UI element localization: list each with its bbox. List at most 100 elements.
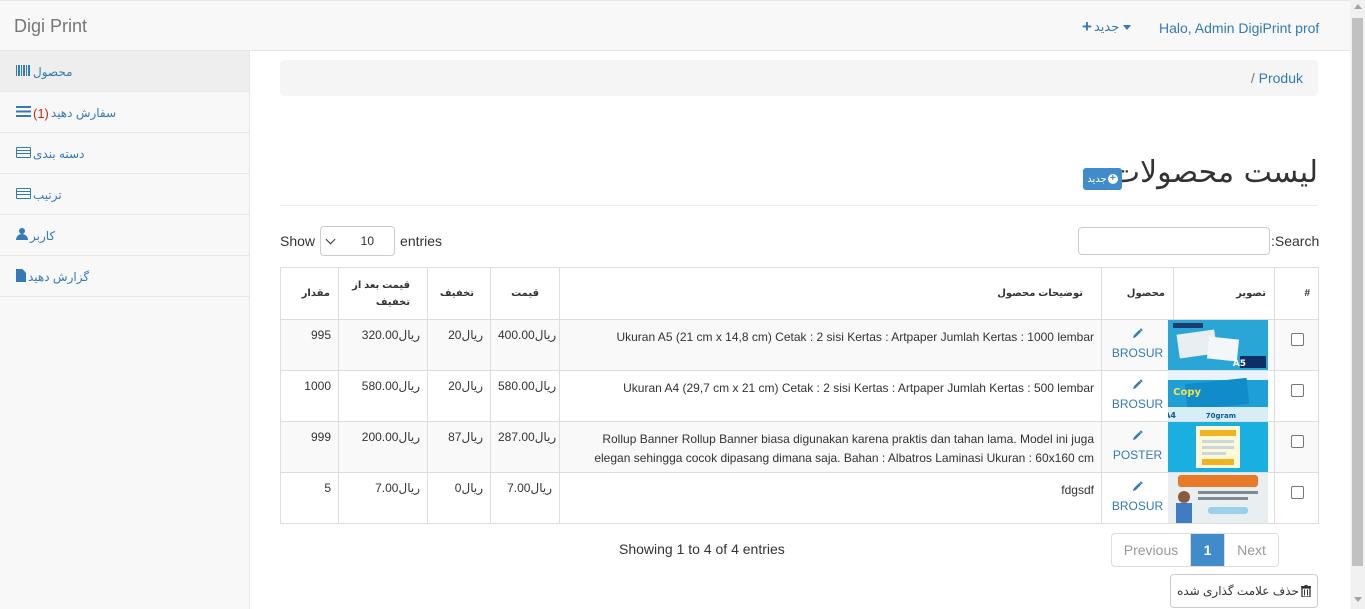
add-product-button[interactable]: جدید +	[1083, 168, 1122, 190]
entries-label: entries	[400, 233, 443, 249]
sidebar-item-products[interactable]: محصول	[0, 51, 249, 92]
search-input[interactable]	[1078, 227, 1270, 255]
new-dropdown-label: جدید	[1093, 19, 1120, 34]
delete-selected-button[interactable]: حذف علامت گذاری شده	[1170, 574, 1318, 608]
product-description: Ukuran A4 (29,7 cm x 21 cm) Cetak : 2 si…	[559, 370, 1102, 422]
sidebar-item-label: سفارش دهید	[50, 106, 117, 120]
page-length-value: 10	[360, 234, 375, 248]
sidebar-item-orders[interactable]: (1) سفارش دهید	[0, 92, 249, 133]
price-after-discount-cell: 320.00ریال	[338, 319, 428, 371]
plus-icon: +	[1082, 17, 1092, 36]
row-checkbox[interactable]	[1291, 435, 1304, 448]
product-name-link[interactable]: BROSUR	[1112, 499, 1163, 513]
list-icon	[16, 147, 31, 158]
add-product-label: جدید	[1087, 173, 1107, 185]
product-name-link[interactable]: BROSUR	[1112, 346, 1163, 360]
sidebar-item-order[interactable]: ترتیب	[0, 174, 249, 215]
pagination-previous[interactable]: Previous	[1112, 534, 1191, 566]
new-dropdown[interactable]: + جدید	[1082, 17, 1132, 36]
pencil-icon[interactable]	[1132, 328, 1143, 339]
product-name-link[interactable]: BROSUR	[1112, 397, 1163, 411]
row-checkbox[interactable]	[1291, 333, 1304, 346]
table-row: Copy A4 70gram BROSUR Ukuran A4 (29,7 cm…	[280, 370, 1319, 422]
brand-logo[interactable]: Digi Print	[14, 16, 87, 37]
quantity-cell: 5	[280, 472, 339, 524]
price-cell: 580.00ریال	[490, 370, 560, 422]
page-length-control: Show 10 entries	[280, 226, 442, 256]
brosur-a5-thumbnail: A5	[1168, 320, 1268, 370]
sidebar-item-label: دسته بندی	[33, 147, 85, 161]
price-after-discount-cell: 200.00ریال	[338, 421, 428, 473]
page-title: لیست محصولات	[1111, 155, 1318, 190]
scroll-up-arrow-icon[interactable]	[1354, 4, 1362, 9]
banner-man-thumbnail	[1168, 473, 1268, 523]
products-table: # تصویر محصول توضیحات محصول قیمت تخفیف ق…	[280, 267, 1319, 524]
sidebar-item-label: ترتیب	[33, 188, 62, 202]
pagination: Previous 1 Next	[1111, 533, 1279, 567]
bars-icon	[16, 106, 31, 117]
row-checkbox[interactable]	[1291, 384, 1304, 397]
price-after-discount-cell: 580.00ریال	[338, 370, 428, 422]
discount-cell: 20ریال	[427, 319, 491, 371]
discount-cell: 20ریال	[427, 370, 491, 422]
table-header-row: # تصویر محصول توضیحات محصول قیمت تخفیف ق…	[280, 267, 1319, 320]
product-description: fdgsdf	[559, 472, 1102, 524]
breadcrumb-separator: /	[1250, 70, 1255, 86]
scrollbar-thumb[interactable]	[1352, 18, 1363, 566]
sidebar-item-reports[interactable]: گزارش دهید	[0, 256, 249, 297]
top-navbar: Digi Print + جدید Halo, Admin DigiPrint …	[0, 0, 1350, 51]
caret-down-icon	[1123, 24, 1132, 30]
user-menu[interactable]: Halo, Admin DigiPrint prof	[1159, 20, 1319, 36]
list-icon	[16, 188, 31, 199]
quantity-cell: 995	[280, 319, 339, 371]
user-profile-link[interactable]: prof	[1295, 20, 1319, 36]
svg-text:70gram: 70gram	[1206, 412, 1236, 420]
column-header-image[interactable]: تصویر	[1173, 267, 1275, 320]
pencil-icon[interactable]	[1132, 481, 1143, 492]
table-row: A5 BROSUR Ukuran A5 (21 cm x 14,8 cm) Ce…	[280, 319, 1319, 371]
sidebar-item-users[interactable]: کاربر	[0, 215, 249, 256]
sidebar: محصول (1) سفارش دهید دسته بندی ترتیب کار…	[0, 51, 250, 609]
price-cell: 287.00ریال	[490, 421, 560, 473]
pencil-icon[interactable]	[1132, 379, 1143, 390]
price-cell: 7.00ریال	[490, 472, 560, 524]
delete-selected-label: حذف علامت گذاری شده	[1177, 584, 1299, 598]
column-header-description[interactable]: توضیحات محصول	[559, 267, 1102, 320]
pencil-icon[interactable]	[1132, 430, 1143, 441]
breadcrumb: / Produk	[280, 60, 1318, 96]
product-name-link[interactable]: POSTER	[1113, 448, 1162, 462]
barcode-icon	[16, 65, 31, 76]
vertical-scrollbar[interactable]	[1350, 0, 1365, 609]
chevron-down-icon	[325, 234, 336, 244]
table-row: BROSUR fdgsdf 7.00ریال 0ریال 7.00ریال 5	[280, 472, 1319, 524]
breadcrumb-link-produk[interactable]: Produk	[1259, 70, 1303, 86]
scroll-down-arrow-icon[interactable]	[1354, 597, 1362, 602]
user-icon	[16, 228, 28, 240]
sidebar-item-categories[interactable]: دسته بندی	[0, 133, 249, 174]
svg-text:A5: A5	[1233, 359, 1246, 369]
show-label: Show	[280, 233, 316, 249]
sidebar-item-label: کاربر	[30, 229, 56, 243]
row-checkbox[interactable]	[1291, 486, 1304, 499]
column-header-product[interactable]: محصول	[1101, 267, 1174, 320]
svg-text:Copy: Copy	[1173, 387, 1201, 398]
table-row: POSTER Rollup Banner Rollup Banner biasa…	[280, 421, 1319, 473]
product-description: Rollup Banner Rollup Banner biasa diguna…	[559, 421, 1102, 473]
quantity-cell: 999	[280, 421, 339, 473]
column-header-quantity[interactable]: مقدار	[280, 267, 339, 320]
column-header-price-after-discount[interactable]: قیمت بعد از تخفیف	[338, 267, 428, 320]
pagination-next[interactable]: Next	[1224, 534, 1278, 566]
product-description: Ukuran A5 (21 cm x 14,8 cm) Cetak : 2 si…	[559, 319, 1102, 371]
column-header-price[interactable]: قیمت	[490, 267, 560, 320]
trash-icon	[1300, 585, 1311, 597]
discount-cell: 0ریال	[427, 472, 491, 524]
price-cell: 400.00ریال	[490, 319, 560, 371]
page-length-select[interactable]: 10	[320, 226, 396, 256]
discount-cell: 87ریال	[427, 421, 491, 473]
orders-count-badge: (1)	[33, 106, 49, 121]
plus-circle-icon: +	[1107, 174, 1118, 184]
pagination-page-1[interactable]: 1	[1191, 534, 1224, 566]
column-header-select[interactable]: #	[1274, 267, 1319, 320]
copy-paper-thumbnail: Copy A4 70gram	[1168, 371, 1268, 421]
column-header-discount[interactable]: تخفیف	[427, 267, 491, 320]
